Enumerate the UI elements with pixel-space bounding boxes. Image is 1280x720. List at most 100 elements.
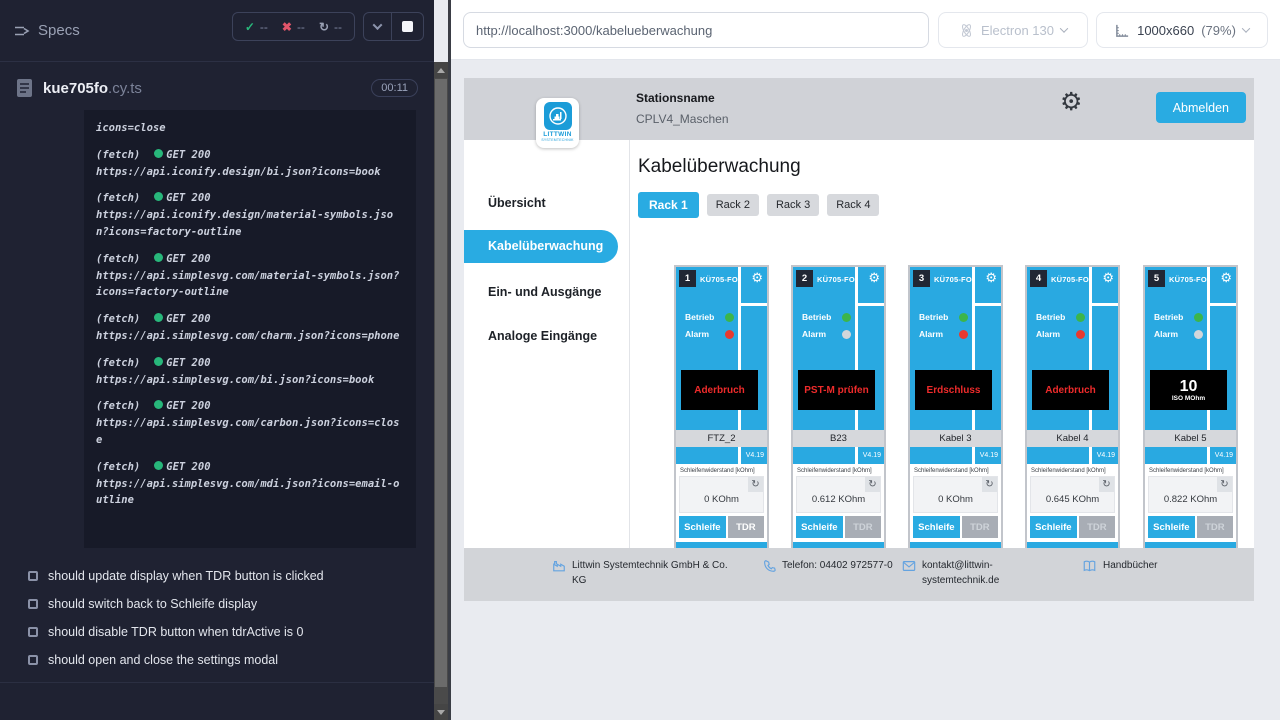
rack-tabs: Rack 1 Rack 2 Rack 3 Rack 4 bbox=[638, 192, 879, 218]
display-text: Aderbruch bbox=[694, 385, 745, 396]
app-viewport: LITTWIN SYSTEMTECHNIK Stationsname CPLV4… bbox=[464, 78, 1254, 601]
log-entry[interactable]: (fetch)GET 200 https://api.simplesvg.com… bbox=[96, 355, 404, 389]
schleife-button[interactable]: Schleife bbox=[679, 516, 726, 538]
tab-rack-3[interactable]: Rack 3 bbox=[767, 194, 819, 216]
electron-icon bbox=[959, 23, 974, 38]
stop-button[interactable] bbox=[391, 13, 423, 40]
reporter-scrollbar[interactable] bbox=[434, 62, 448, 720]
footer-email: kontakt@littwin-systemtechnik.de bbox=[902, 558, 1017, 588]
test-title: should disable TDR button when tdrActive… bbox=[48, 625, 303, 639]
sidebar-item-uebersicht[interactable]: Übersicht bbox=[464, 196, 546, 210]
resistance-label: Schleifenwiderstand [kOhm] bbox=[914, 468, 998, 474]
browser-select[interactable]: Electron 130 bbox=[938, 12, 1088, 48]
refresh-icon[interactable]: ↻ bbox=[982, 477, 997, 492]
log-entry[interactable]: (fetch)GET 200 https://api.iconify.desig… bbox=[96, 190, 404, 240]
cable-name: Kabel 4 bbox=[1027, 430, 1118, 447]
sidebar-item-analoge-eingaenge[interactable]: Analoge Eingänge bbox=[464, 329, 597, 343]
tdr-button[interactable]: TDR bbox=[962, 516, 998, 538]
specs-menu-button[interactable]: Specs bbox=[14, 22, 80, 39]
scroll-up-button[interactable] bbox=[434, 62, 448, 78]
betrieb-led bbox=[1194, 313, 1203, 322]
device-settings-icon[interactable]: ⚙ bbox=[985, 271, 997, 284]
station-info: Stationsname CPLV4_Maschen bbox=[636, 91, 729, 126]
device-settings-icon[interactable]: ⚙ bbox=[1220, 271, 1232, 284]
schleife-button[interactable]: Schleife bbox=[1030, 516, 1077, 538]
log-source: (fetch) bbox=[96, 313, 140, 325]
device-settings-icon[interactable]: ⚙ bbox=[868, 271, 880, 284]
viewport-select[interactable]: 1000x660 (79%) bbox=[1096, 12, 1268, 48]
tab-rack-1[interactable]: Rack 1 bbox=[638, 192, 699, 218]
log-entry[interactable]: (fetch)GET 200 https://api.iconify.desig… bbox=[96, 147, 404, 181]
log-entry[interactable]: (fetch)GET 200 https://api.simplesvg.com… bbox=[96, 311, 404, 345]
device-settings-icon[interactable]: ⚙ bbox=[751, 271, 763, 284]
test-item[interactable]: should open and close the settings modal bbox=[0, 646, 434, 674]
aut-area: Electron 130 1000x660 (79%) bbox=[451, 0, 1280, 720]
refresh-icon[interactable]: ↻ bbox=[748, 477, 763, 492]
log-status: GET 200 bbox=[166, 192, 210, 204]
log-entry[interactable]: (fetch)GET 200 https://api.simplesvg.com… bbox=[96, 398, 404, 448]
divider bbox=[858, 303, 884, 306]
tdr-button[interactable]: TDR bbox=[1197, 516, 1233, 538]
app-footer: Littwin Systemtechnik GmbH & Co. KG Tele… bbox=[464, 548, 1254, 601]
refresh-icon[interactable]: ↻ bbox=[1099, 477, 1114, 492]
sidebar-item-ein-und-ausgaenge[interactable]: Ein- und Ausgänge bbox=[464, 285, 601, 299]
display-text: Erdschluss bbox=[927, 385, 981, 396]
divider bbox=[855, 447, 858, 464]
log-source: (fetch) bbox=[96, 253, 140, 265]
device-display: Aderbruch bbox=[1032, 370, 1109, 410]
log-entry[interactable]: (fetch)GET 200 https://api.simplesvg.com… bbox=[96, 251, 404, 301]
resistance-display: ↻ 0.612 KOhm bbox=[796, 476, 881, 513]
tab-rack-4[interactable]: Rack 4 bbox=[827, 194, 879, 216]
stop-icon bbox=[402, 21, 413, 32]
test-item[interactable]: should disable TDR button when tdrActive… bbox=[0, 618, 434, 646]
chevron-down-icon bbox=[1060, 24, 1068, 32]
divider bbox=[1207, 447, 1210, 464]
triangle-down-icon bbox=[437, 710, 445, 715]
device-number: 5 bbox=[1148, 270, 1165, 287]
device-card: 2 KÜ705-FO ⚙ Betrieb Alarm PST-M prüfen … bbox=[791, 265, 886, 548]
tdr-button[interactable]: TDR bbox=[728, 516, 764, 538]
settings-gear-icon[interactable]: ⚙ bbox=[1060, 90, 1082, 115]
littwin-logo-icon bbox=[544, 102, 572, 130]
collapse-button[interactable] bbox=[364, 15, 391, 38]
test-state-icon bbox=[28, 571, 38, 581]
scroll-down-button[interactable] bbox=[434, 704, 448, 720]
betrieb-label: Betrieb bbox=[685, 312, 725, 322]
cable-name: FTZ_2 bbox=[676, 430, 767, 447]
scrollbar-thumb[interactable] bbox=[435, 79, 447, 687]
resistance-panel: Schleifenwiderstand [kOhm] ↻ 0.645 KOhm … bbox=[1027, 464, 1118, 542]
refresh-icon[interactable]: ↻ bbox=[1217, 477, 1232, 492]
resistance-label: Schleifenwiderstand [kOhm] bbox=[797, 468, 881, 474]
device-number: 2 bbox=[796, 270, 813, 287]
device-model: KÜ705-FO bbox=[817, 275, 855, 284]
schleife-button[interactable]: Schleife bbox=[913, 516, 960, 538]
refresh-icon[interactable]: ↻ bbox=[865, 477, 880, 492]
tdr-button[interactable]: TDR bbox=[1079, 516, 1115, 538]
phone-icon bbox=[762, 559, 776, 573]
display-text: PST-M prüfen bbox=[804, 385, 868, 396]
schleife-button[interactable]: Schleife bbox=[796, 516, 843, 538]
schleife-button[interactable]: Schleife bbox=[1148, 516, 1195, 538]
spec-extension: .cy.ts bbox=[108, 80, 142, 97]
device-number: 4 bbox=[1030, 270, 1047, 287]
footer-manuals-link[interactable]: Handbücher bbox=[1082, 558, 1157, 573]
alarm-label: Alarm bbox=[1036, 329, 1076, 339]
device-card: 4 KÜ705-FO ⚙ Betrieb Alarm Aderbruch Kab… bbox=[1025, 265, 1120, 548]
failed-count: -- bbox=[297, 20, 305, 34]
device-display: Aderbruch bbox=[681, 370, 758, 410]
app-header: LITTWIN SYSTEMTECHNIK Stationsname CPLV4… bbox=[464, 78, 1254, 140]
log-entry[interactable]: (fetch)GET 200 https://api.simplesvg.com… bbox=[96, 459, 404, 509]
device-settings-icon[interactable]: ⚙ bbox=[1102, 271, 1114, 284]
command-log[interactable]: icons=close (fetch)GET 200 https://api.i… bbox=[84, 110, 416, 548]
logout-button[interactable]: Abmelden bbox=[1156, 92, 1246, 123]
tab-rack-2[interactable]: Rack 2 bbox=[707, 194, 759, 216]
resistance-panel: Schleifenwiderstand [kOhm] ↻ 0.612 KOhm … bbox=[793, 464, 884, 542]
url-input[interactable] bbox=[463, 12, 929, 48]
test-item[interactable]: should update display when TDR button is… bbox=[0, 562, 434, 590]
spec-row[interactable]: kue705fo.cy.ts 00:11 bbox=[0, 62, 434, 108]
tdr-button[interactable]: TDR bbox=[845, 516, 881, 538]
resistance-value: 0.645 KOhm bbox=[1031, 494, 1114, 505]
sidebar-item-kabelueberwachung[interactable]: Kabelüberwachung bbox=[464, 230, 618, 263]
littwin-logo: LITTWIN SYSTEMTECHNIK bbox=[536, 98, 579, 148]
test-item[interactable]: should switch back to Schleife display bbox=[0, 590, 434, 618]
